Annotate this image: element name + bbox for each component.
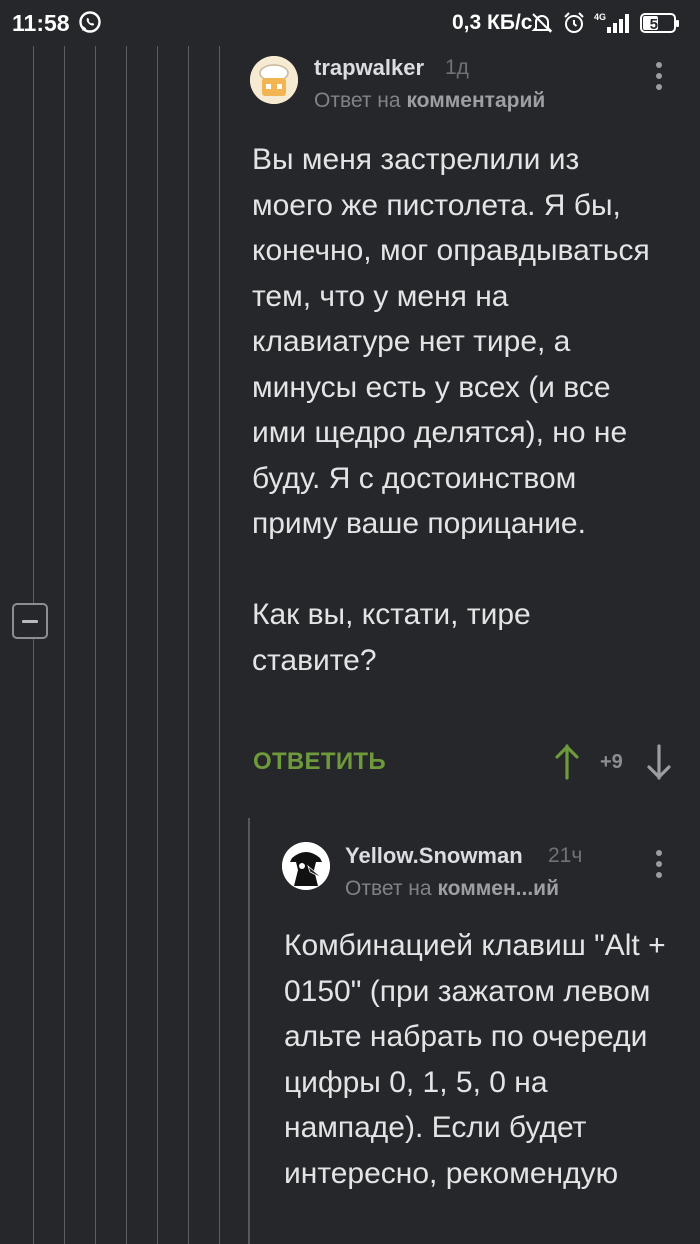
reply-to-link[interactable]: коммен...ий bbox=[437, 877, 559, 900]
thread-line bbox=[33, 46, 34, 1244]
more-menu-icon[interactable] bbox=[654, 850, 664, 884]
reply-to: Ответ на коммен...ий bbox=[345, 877, 559, 901]
thread-line bbox=[157, 46, 158, 1244]
comment-time: 21ч bbox=[548, 844, 583, 867]
whatsapp-icon bbox=[79, 11, 101, 33]
signal-4g-icon: 4G bbox=[594, 12, 629, 33]
comment-body: Вы меня застрелили из моего же пистолета… bbox=[252, 137, 662, 683]
comment-paragraph: Вы меня застрелили из моего же пистолета… bbox=[252, 143, 650, 540]
reply-thread-line bbox=[248, 818, 250, 1244]
svg-text:4G: 4G bbox=[594, 12, 606, 22]
comment-author[interactable]: Yellow.Snowman bbox=[345, 843, 523, 869]
alarm-icon bbox=[564, 12, 584, 33]
thread-line bbox=[126, 46, 127, 1244]
reply-to-link[interactable]: комментарий bbox=[406, 89, 545, 112]
status-time: 11:58 bbox=[12, 10, 70, 36]
collapse-thread-button[interactable] bbox=[12, 603, 48, 639]
mute-bell-icon bbox=[531, 13, 553, 33]
downvote-arrow-icon[interactable] bbox=[646, 744, 672, 780]
comment-time: 1д bbox=[445, 56, 469, 79]
more-menu-icon[interactable] bbox=[654, 62, 664, 96]
thread-line bbox=[219, 46, 220, 1244]
comment-author[interactable]: trapwalker bbox=[314, 55, 424, 81]
comment-score: +9 bbox=[600, 751, 623, 773]
plague-doctor-avatar-icon bbox=[282, 842, 330, 890]
comment-paragraph: Комбинацией клавиш "Alt + 0150" (при заж… bbox=[284, 929, 666, 1190]
reply-to-prefix: Ответ на bbox=[345, 877, 432, 900]
thread-line bbox=[64, 46, 65, 1244]
status-bar: 11:58 0,3 КБ/с 4G 50 bbox=[0, 0, 700, 46]
battery-level: 50 bbox=[649, 16, 667, 33]
reply-to: Ответ на комментарий bbox=[314, 89, 545, 113]
comment-body: Комбинацией клавиш "Alt + 0150" (при заж… bbox=[284, 923, 676, 1196]
reply-to-prefix: Ответ на bbox=[314, 89, 401, 112]
thread-line bbox=[95, 46, 96, 1244]
chef-avatar-icon bbox=[250, 56, 298, 104]
avatar[interactable] bbox=[282, 842, 330, 890]
comment-paragraph: Как вы, кстати, тире ставите? bbox=[252, 598, 531, 677]
reply-button[interactable]: ОТВЕТИТЬ bbox=[253, 748, 386, 776]
thread-line bbox=[188, 46, 189, 1244]
network-speed: 0,3 КБ/с bbox=[452, 11, 533, 34]
avatar[interactable] bbox=[250, 56, 298, 104]
upvote-arrow-icon[interactable] bbox=[554, 744, 580, 780]
battery-icon: 50 bbox=[640, 13, 679, 33]
